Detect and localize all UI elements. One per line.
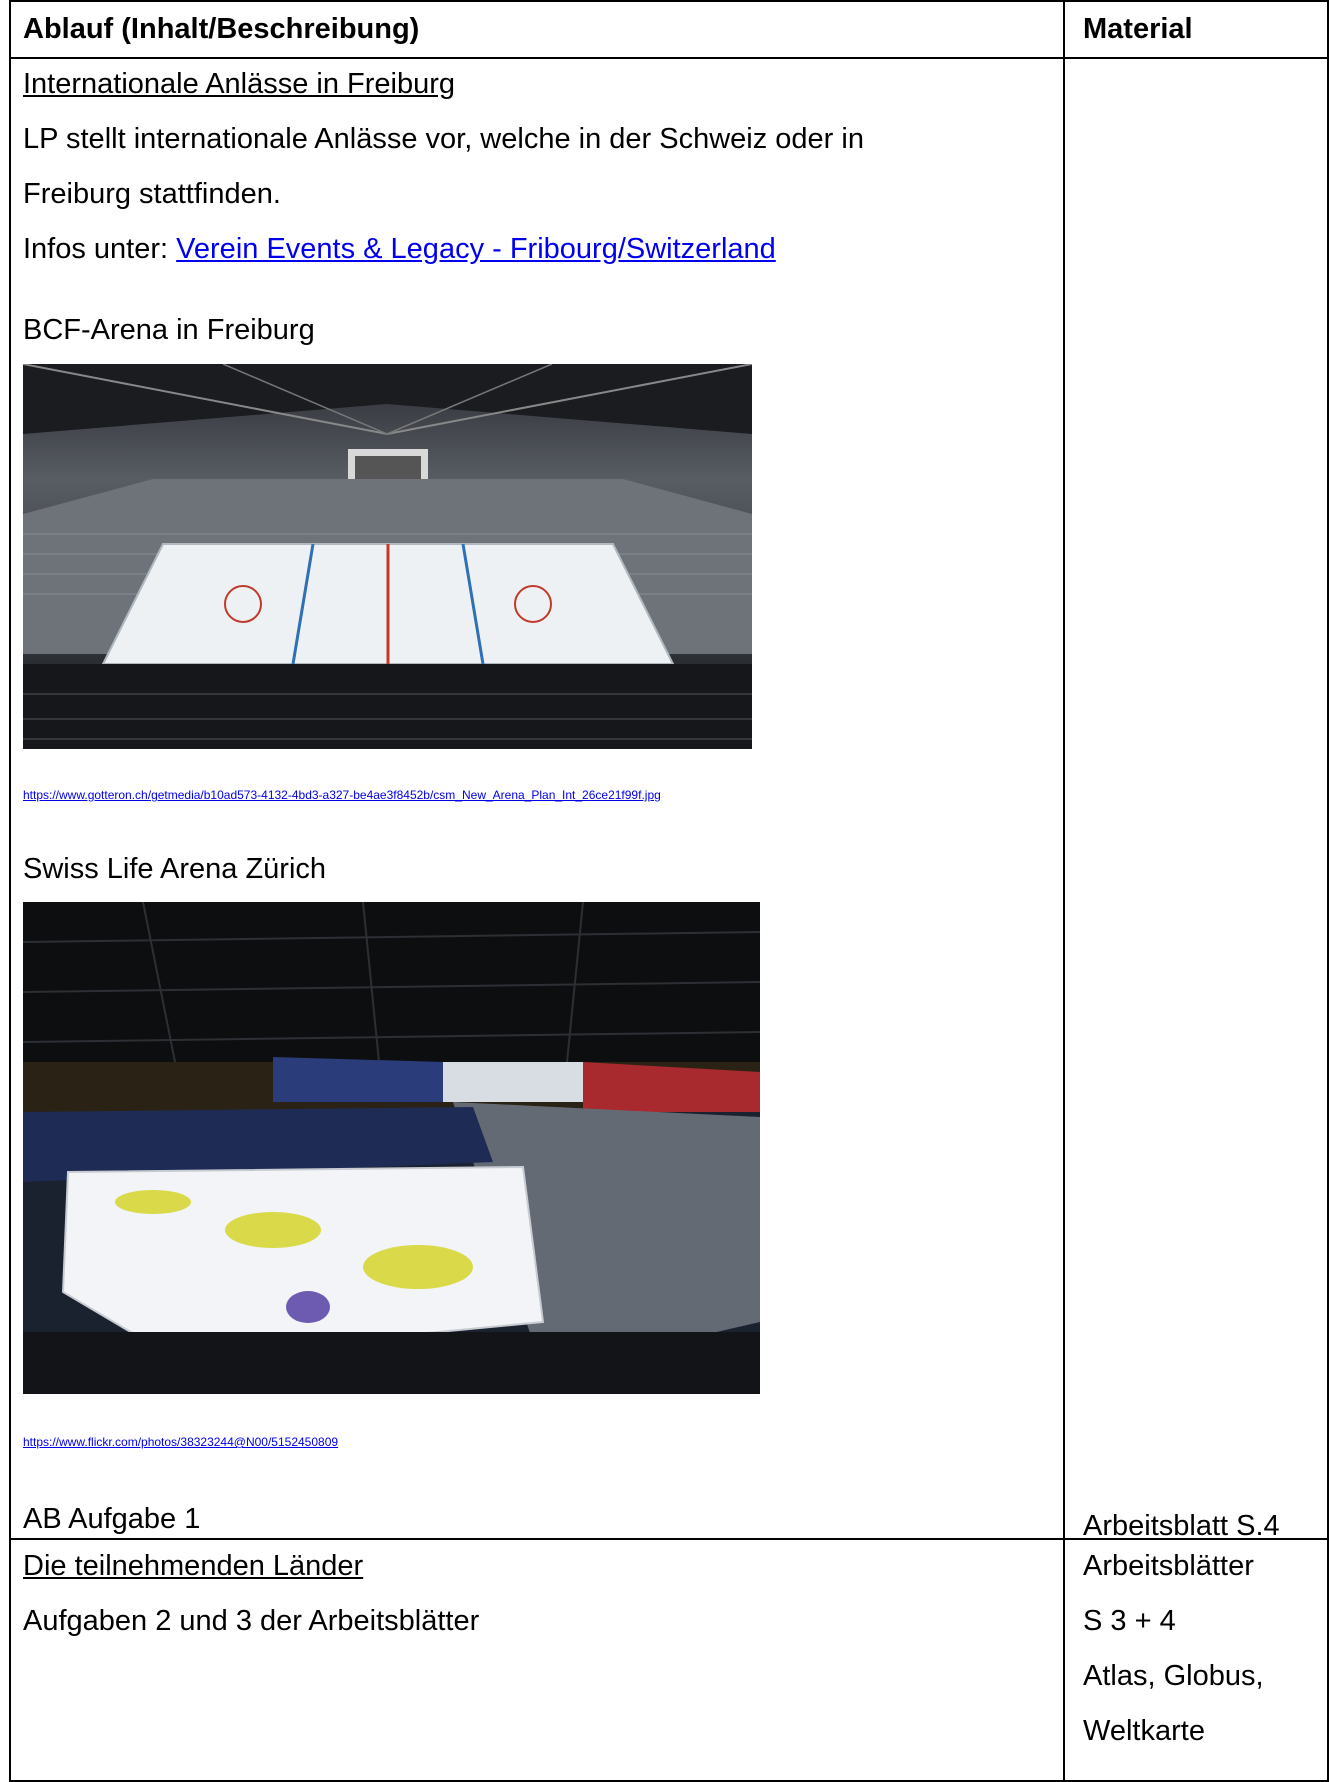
row2-material-line-4: Weltkarte bbox=[1083, 1715, 1205, 1747]
row2-material-line-2: S 3 + 4 bbox=[1083, 1605, 1176, 1637]
arena2-title: Swiss Life Arena Zürich bbox=[23, 853, 327, 885]
intro-text-line-1: LP stellt internationale Anlässe vor, we… bbox=[23, 123, 864, 155]
lesson-plan-table: Ablauf (Inhalt/Beschreibung) Material In… bbox=[9, 0, 1329, 1782]
row2-material-line-3: Atlas, Globus, bbox=[1083, 1660, 1264, 1692]
events-legacy-link[interactable]: Verein Events & Legacy - Fribourg/Switze… bbox=[176, 233, 776, 265]
info-line: Infos unter: Verein Events & Legacy - Fr… bbox=[23, 232, 776, 266]
swiss-life-arena-photo bbox=[23, 902, 760, 1394]
section-heading-participating-countries: Die teilnehmenden Länder bbox=[23, 1550, 364, 1582]
row2-task: Aufgaben 2 und 3 der Arbeitsblätter bbox=[23, 1605, 480, 1637]
arena1-title: BCF-Arena in Freiburg bbox=[23, 314, 315, 346]
info-prefix: Infos unter: bbox=[23, 233, 177, 265]
arena2-source-link[interactable]: https://www.flickr.com/photos/38323244@N… bbox=[23, 1435, 338, 1449]
header-row-divider bbox=[11, 57, 1327, 59]
arena2-source-url[interactable]: https://www.flickr.com/photos/38323244@N… bbox=[23, 1435, 338, 1449]
row2-material-line-1: Arbeitsblätter bbox=[1083, 1550, 1254, 1582]
row1-material: Arbeitsblatt S.4 bbox=[1083, 1510, 1280, 1542]
column-header-procedure: Ablauf (Inhalt/Beschreibung) bbox=[23, 13, 420, 45]
bcf-arena-photo bbox=[23, 364, 752, 749]
section-heading-international-events: Internationale Anlässe in Freiburg bbox=[23, 68, 456, 100]
arena1-source-url[interactable]: https://www.gotteron.ch/getmedia/b10ad57… bbox=[23, 788, 661, 802]
arena1-source-link[interactable]: https://www.gotteron.ch/getmedia/b10ad57… bbox=[23, 788, 661, 802]
row1-task: AB Aufgabe 1 bbox=[23, 1503, 201, 1535]
intro-text-line-2: Freiburg stattfinden. bbox=[23, 178, 281, 210]
column-header-material: Material bbox=[1083, 13, 1193, 45]
column-divider bbox=[1063, 2, 1065, 1780]
